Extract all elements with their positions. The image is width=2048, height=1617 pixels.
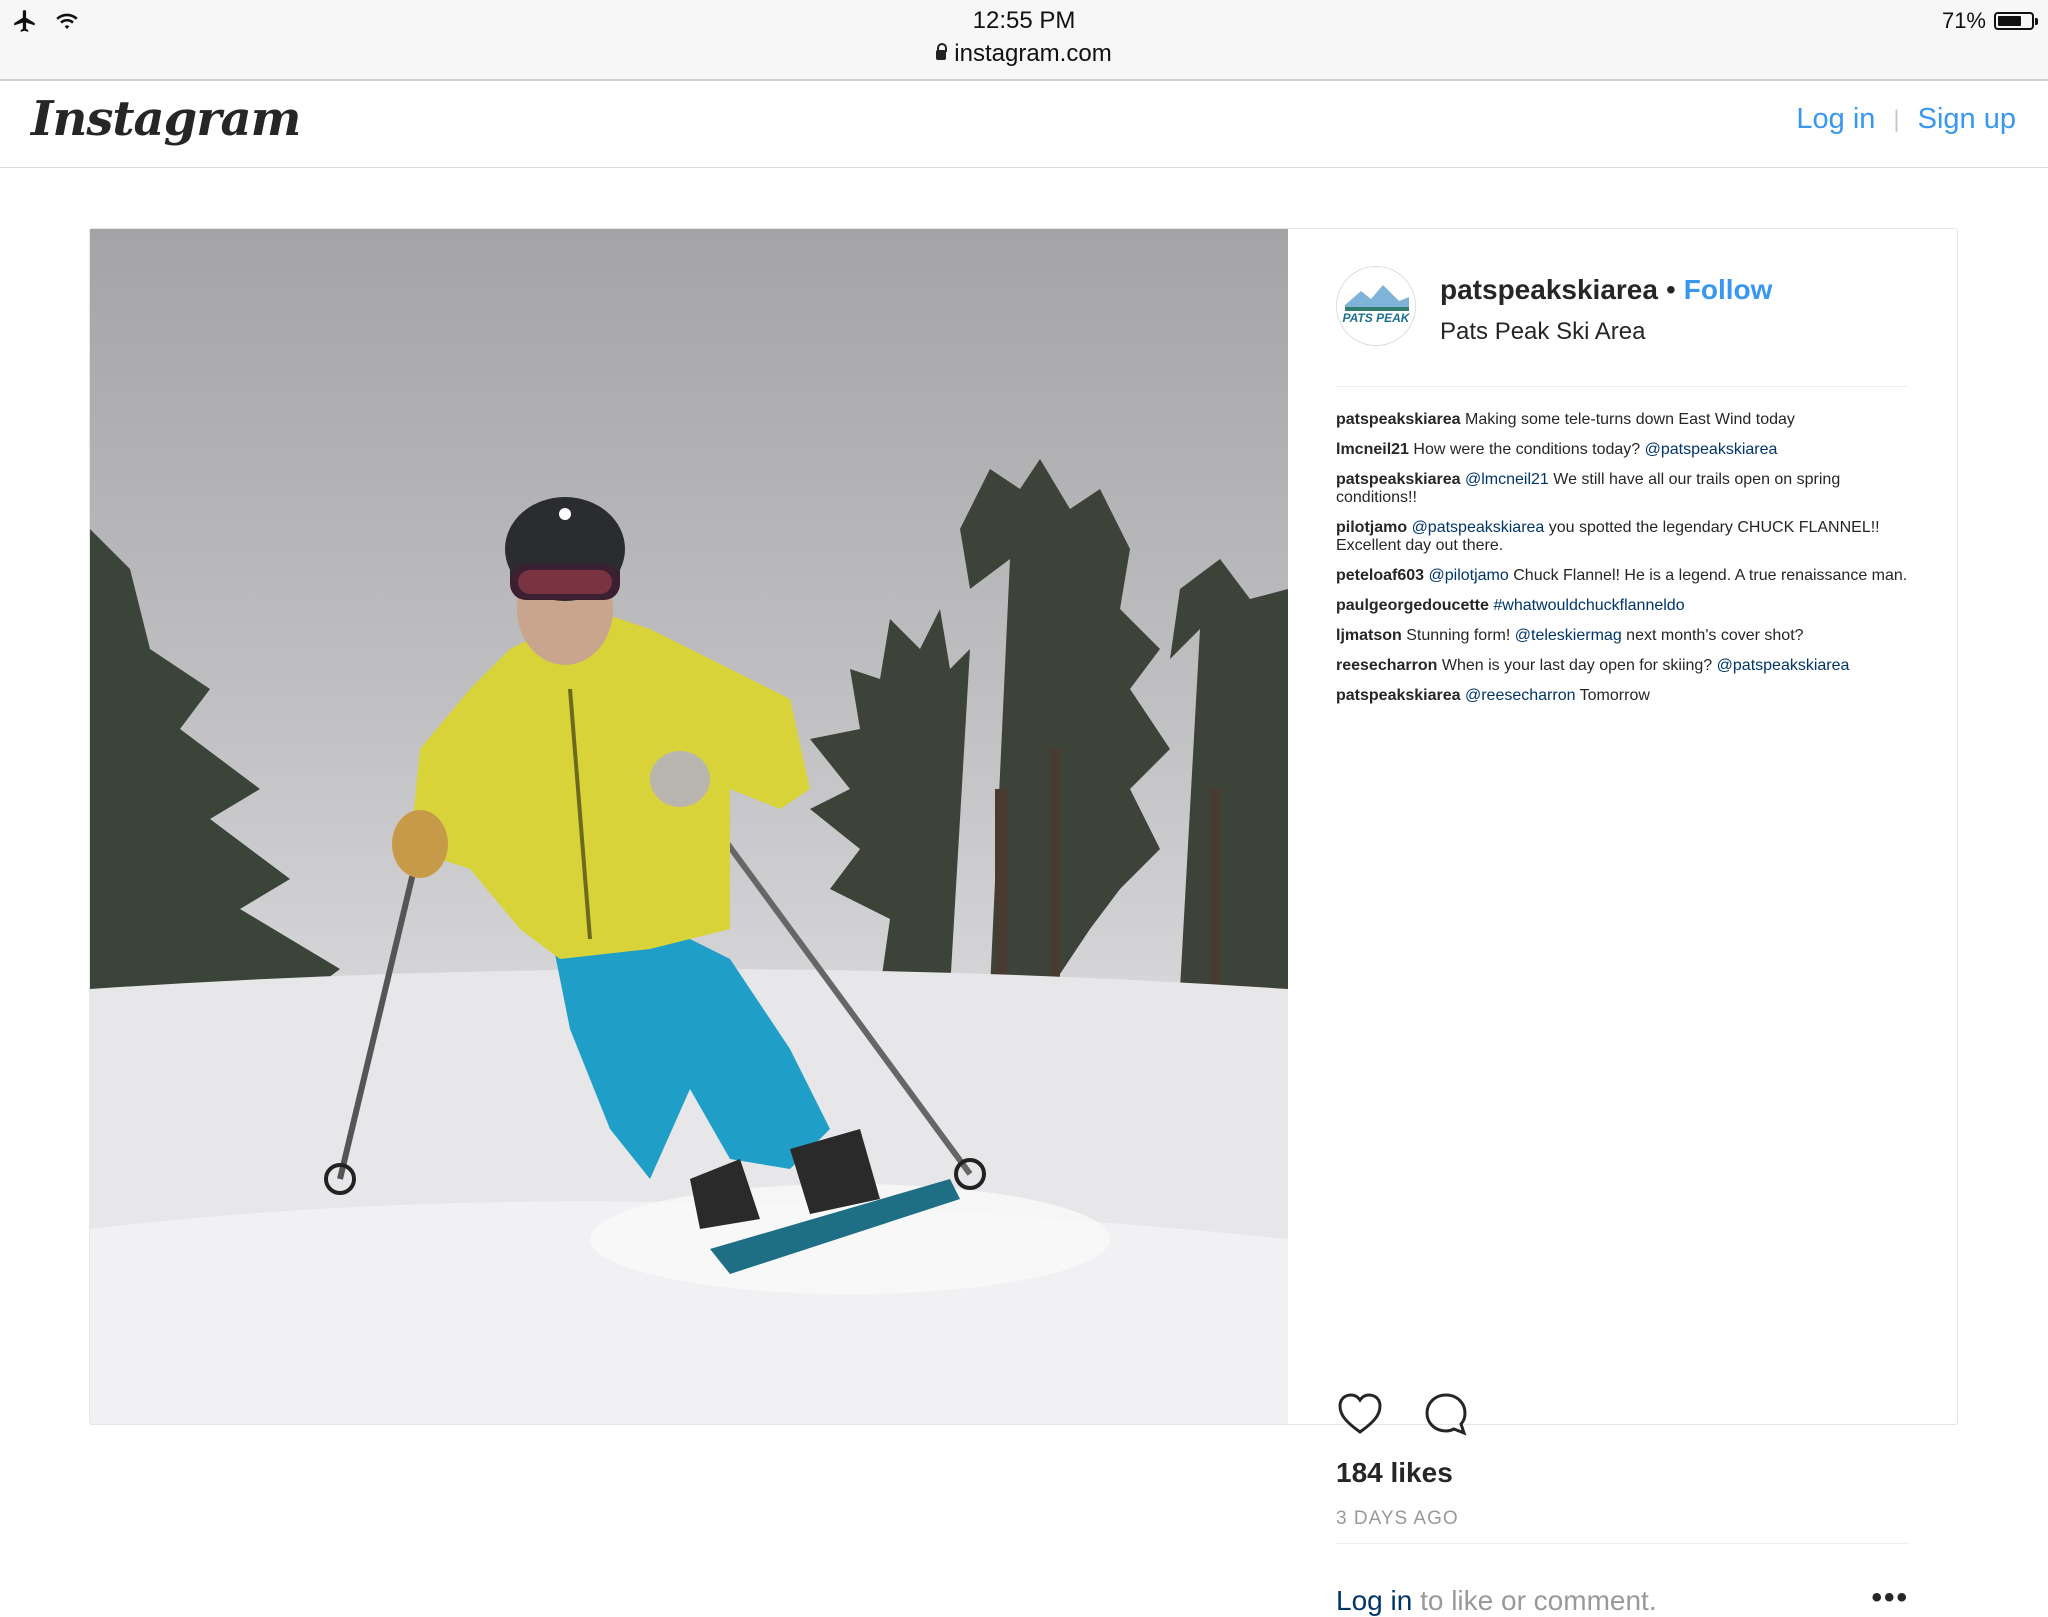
post-username[interactable]: patspeakskiarea — [1440, 274, 1658, 305]
follow-button[interactable]: Follow — [1684, 274, 1773, 305]
battery-percent: 71% — [1941, 8, 1986, 33]
comment-text: How were the conditions today? — [1413, 441, 1641, 458]
comment-mention[interactable]: @reesecharron — [1465, 687, 1576, 704]
comment-text: Tomorrow — [1579, 687, 1650, 704]
more-options-icon[interactable]: ••• — [1871, 1581, 1909, 1615]
address-bar[interactable]: instagram.com — [0, 40, 2048, 68]
comment-text: Stunning form! — [1406, 627, 1511, 644]
post-card: PATS PEAK patspeakskiarea • Follow Pats Pe… — [89, 228, 1958, 1616]
login-to-comment-link[interactable]: Log in — [1336, 1585, 1412, 1616]
comment-caption: patspeakskiarea Making some tele-turns d… — [1336, 411, 1909, 429]
comment-text: Chuck Flannel! He is a legend. A true re… — [1513, 567, 1908, 584]
comment: lmcneil21 How were the conditions today?… — [1336, 441, 1909, 459]
comment: patspeakskiarea @reesecharron Tomorrow — [1336, 687, 1909, 705]
comment-user[interactable]: ljmatson — [1336, 627, 1402, 644]
post-location[interactable]: Pats Peak Ski Area — [1440, 318, 1772, 346]
login-prompt-text: to like or comment. — [1420, 1585, 1657, 1616]
comment-mention[interactable]: @patspeakskiarea — [1717, 657, 1850, 674]
comment-user[interactable]: patspeakskiarea — [1336, 687, 1461, 704]
comment-user[interactable]: reesecharron — [1336, 657, 1437, 674]
comment-mention[interactable]: @pilotjamo — [1429, 567, 1509, 584]
avatar[interactable]: PATS PEAK — [1336, 266, 1416, 346]
comments-list[interactable]: patspeakskiarea Making some tele-turns d… — [1336, 411, 1909, 1366]
post-actions — [1336, 1390, 1470, 1438]
comment-user[interactable]: peteloaf603 — [1336, 567, 1424, 584]
comment: patspeakskiarea @lmcneil21 We still have… — [1336, 471, 1909, 507]
top-nav: Instagram Log in | Sign up — [0, 81, 2048, 168]
comment-user[interactable]: pilotjamo — [1336, 519, 1407, 536]
comment-text: When is your last day open for skiing? — [1441, 657, 1713, 674]
post-time: 3 DAYS AGO — [1336, 1508, 1459, 1529]
comment: pilotjamo @patspeakskiarea you spotted t… — [1336, 519, 1909, 555]
skier-photo-illustration — [90, 459, 1288, 1424]
lock-icon — [936, 43, 948, 60]
status-time: 12:55 PM — [972, 7, 1076, 34]
avatar-text: PATS PEAK — [1343, 311, 1411, 325]
battery-icon — [1994, 12, 2038, 30]
comment-mention[interactable]: @patspeakskiarea — [1412, 519, 1545, 536]
heart-icon[interactable] — [1336, 1390, 1384, 1438]
post-header: PATS PEAK patspeakskiarea • Follow Pats Pe… — [1336, 266, 1909, 387]
comment-user[interactable]: patspeakskiarea — [1336, 471, 1461, 488]
comment-user[interactable]: lmcneil21 — [1336, 441, 1409, 458]
auth-links: Log in | Sign up — [1796, 103, 2016, 136]
battery-fill — [1998, 16, 2021, 26]
nav-separator: | — [1893, 105, 1900, 133]
comment: paulgeorgedoucette #whatwouldchuckflanne… — [1336, 597, 1909, 615]
signup-link[interactable]: Sign up — [1918, 103, 2016, 136]
comment-user[interactable]: paulgeorgedoucette — [1336, 597, 1489, 614]
comment: reesecharron When is your last day open … — [1336, 657, 1909, 675]
instagram-logo[interactable]: Instagram — [31, 91, 301, 147]
login-prompt: Log in to like or comment. ••• — [1336, 1581, 1909, 1617]
login-link[interactable]: Log in — [1796, 103, 1875, 136]
comment: ljmatson Stunning form! @teleskiermag ne… — [1336, 627, 1909, 645]
pats-peak-logo: PATS PEAK — [1337, 267, 1415, 345]
comment-text: Making some tele-turns down East Wind to… — [1464, 411, 1795, 428]
comment-icon[interactable] — [1422, 1390, 1470, 1438]
comment-hashtag[interactable]: #whatwouldchuckflanneldo — [1493, 597, 1684, 614]
dot-separator: • — [1665, 274, 1676, 305]
divider — [1336, 1543, 1909, 1544]
comment-mention[interactable]: @lmcneil21 — [1465, 471, 1549, 488]
status-right: 71% — [1941, 8, 2038, 34]
comment: peteloaf603 @pilotjamo Chuck Flannel! He… — [1336, 567, 1909, 585]
comment-text-continued: next month's cover shot? — [1626, 627, 1804, 644]
post-header-text: patspeakskiarea • Follow Pats Peak Ski Are… — [1440, 274, 1772, 346]
url-text: instagram.com — [954, 40, 1112, 67]
comment-mention[interactable]: @patspeakskiarea — [1645, 441, 1778, 458]
post-photo[interactable] — [90, 229, 1288, 1424]
comment-mention[interactable]: @teleskiermag — [1515, 627, 1622, 644]
post-side-panel: PATS PEAK patspeakskiarea • Follow Pats Pe… — [1288, 229, 1957, 1616]
comment-user[interactable]: patspeakskiarea — [1336, 411, 1461, 428]
status-bar: 12:55 PM instagram.com 71% — [0, 0, 2048, 81]
likes-count[interactable]: 184 likes — [1336, 1457, 1453, 1489]
